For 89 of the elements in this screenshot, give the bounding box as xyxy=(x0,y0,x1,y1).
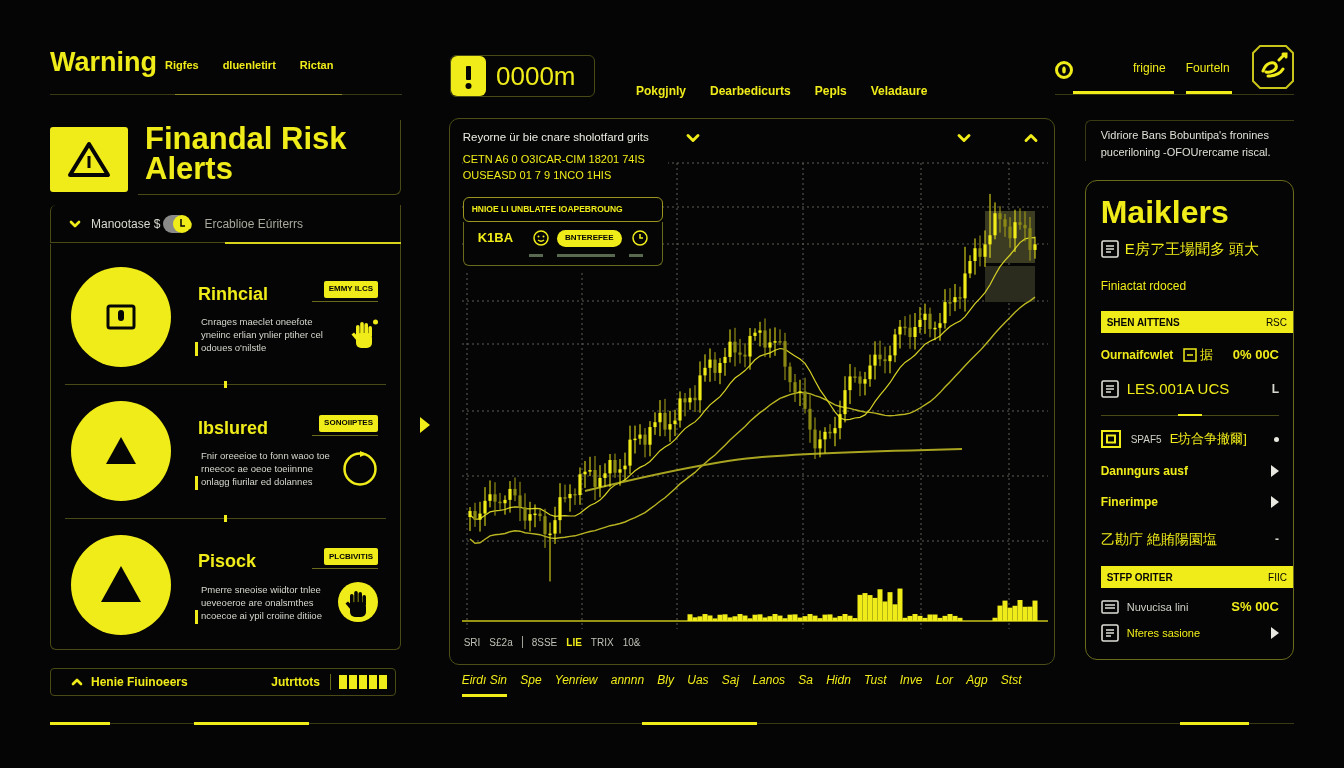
footer-action[interactable]: Jutrttots xyxy=(271,673,320,691)
timeline-tab[interactable]: Tust xyxy=(864,673,887,697)
monitor-icon xyxy=(1100,600,1119,614)
document-icon xyxy=(1100,380,1119,398)
alert-title: Rinhcial xyxy=(198,282,268,305)
timeline-tab[interactable]: Stst xyxy=(1000,673,1022,697)
row-label: 乙勘庁 絶賄陽園塩 xyxy=(1100,529,1217,549)
timeline-tab[interactable]: Lanos xyxy=(752,673,786,697)
header-link[interactable]: Rictan xyxy=(299,56,334,74)
alert-icon xyxy=(451,56,486,96)
row-value: 0% 00C xyxy=(1232,346,1279,365)
menu-link[interactable]: Nferes sasione xyxy=(1126,624,1201,642)
row-value: S% 00C xyxy=(1231,598,1279,617)
timeline-tab[interactable]: Hidn xyxy=(826,673,851,697)
document-icon xyxy=(1100,624,1119,642)
menu-link[interactable]: Finerimpe xyxy=(1100,493,1159,511)
ring-icon[interactable] xyxy=(1055,61,1073,79)
timeline-tab[interactable]: Yenriew xyxy=(554,673,598,697)
hand-icon xyxy=(350,319,378,349)
menu-link[interactable]: Danıngurs ausf xyxy=(1100,462,1189,480)
timeline-tab[interactable]: annnn xyxy=(610,673,645,697)
nav-tab[interactable]: frigine xyxy=(1073,61,1174,94)
axis-label: S£2a xyxy=(489,635,513,650)
nav-link[interactable]: Pokgjnly xyxy=(636,84,686,98)
nav-link[interactable]: Pepls xyxy=(814,84,847,98)
axis-label: TRIX xyxy=(590,635,614,650)
alert-title: Ibslured xyxy=(198,416,268,439)
section-title: SHEN AITTENS xyxy=(1106,315,1180,330)
axis-label: 10& xyxy=(622,635,641,650)
hand-icon xyxy=(338,582,378,622)
caret-right-icon[interactable] xyxy=(1271,627,1279,639)
header-link[interactable]: dluenletirt xyxy=(222,56,276,74)
row-label: E坊合争撤爾] xyxy=(1169,430,1247,449)
row-value: L xyxy=(1271,381,1279,398)
square-icon xyxy=(1183,348,1198,362)
caret-right-icon[interactable] xyxy=(419,417,430,433)
row-note: 据 xyxy=(1200,346,1214,365)
timeline-tab[interactable]: Spe xyxy=(520,673,542,697)
row-label: Ournaifcwlet xyxy=(1100,347,1174,364)
timeline-tab[interactable]: Sa xyxy=(798,673,813,697)
document-icon xyxy=(1100,240,1119,258)
nav-tab[interactable]: Fourteln xyxy=(1185,61,1232,94)
panel-title: Finandal Risk Alerts xyxy=(138,120,401,195)
alert-description: Pmerre sneoise wiidtor tnlee ueveoeroe are onalsmthes ncoecoe ai ypil croiine ditiioe xyxy=(200,582,323,622)
logo-icon[interactable] xyxy=(1252,45,1294,89)
filter-option[interactable]: Ercablioe Eúriterrs xyxy=(204,214,304,233)
axis-label: LIE xyxy=(566,635,582,650)
filter-label: Manootase $ xyxy=(91,215,161,233)
nav-link[interactable]: Veladaure xyxy=(870,84,928,98)
double-square-icon xyxy=(1100,430,1121,448)
caret-right-icon[interactable] xyxy=(1271,496,1279,508)
header-link[interactable]: Rigfes xyxy=(165,56,199,74)
axis-label: SRI xyxy=(463,635,481,650)
timeline-tab[interactable]: Inve xyxy=(899,673,923,697)
panel-heading: Maiklers xyxy=(1100,193,1230,231)
block-meter-icon xyxy=(339,675,387,689)
toggle-icon[interactable] xyxy=(162,212,195,235)
status-badge: EMMY ILCS xyxy=(323,280,378,298)
timeline-tab[interactable]: Bly xyxy=(657,673,675,697)
alert-description: Cnrages maeclet oneefote yneiinc erlian ynlier ptiher cel odoues o'nilstle xyxy=(200,314,324,354)
timeline-tab[interactable]: Agp xyxy=(966,673,988,697)
warning-icon xyxy=(50,127,128,192)
monitor-icon xyxy=(71,267,171,367)
timeline-tab[interactable]: Saj xyxy=(721,673,740,697)
panel-subtitle: E房ア王場聞多 頭大 xyxy=(1124,238,1259,259)
row-code: SPAF5 xyxy=(1130,432,1162,447)
row-value: - xyxy=(1275,531,1279,548)
row-label: LES.001A UCS xyxy=(1126,378,1230,399)
axis-label: 8SSE xyxy=(531,635,558,650)
status-badge: PLCBIVITIS xyxy=(324,548,378,565)
section-title: STFP ORITER xyxy=(1106,570,1173,585)
section-tag: RSC xyxy=(1265,314,1287,330)
timeline-tab[interactable]: Uas xyxy=(687,673,709,697)
caret-right-icon[interactable] xyxy=(1271,465,1279,477)
status-badge: SONOIIPTES xyxy=(319,414,378,432)
page-title: Warning xyxy=(50,48,157,76)
nav-link[interactable]: Dearbedicurts xyxy=(710,84,791,98)
dot-icon xyxy=(1274,436,1279,442)
panel-caption: Finiactat rdoced xyxy=(1100,278,1188,295)
note-text: Vidriore Bans Bobuntipa's fronines puceriloning -OFOUrercame riscal. xyxy=(1084,120,1294,161)
footer-label: Henie Fiuinoeers xyxy=(91,674,188,691)
row-label: Nuvucisa lini xyxy=(1126,599,1189,615)
timeline-tab[interactable]: Lor xyxy=(935,673,954,697)
alert-title: Pisock xyxy=(198,550,257,572)
section-tag: FIIC xyxy=(1268,569,1287,585)
timeline-tab[interactable]: Eirdı Sin xyxy=(461,673,508,697)
counter-button[interactable]: 0000m xyxy=(450,55,595,97)
alert-description: Fnir oreeeioe to fonn waoo toe rneecoc ae oeoe toeiinnne onlagg fiurilar ed dolannes xyxy=(200,448,331,488)
refresh-icon xyxy=(342,450,378,486)
